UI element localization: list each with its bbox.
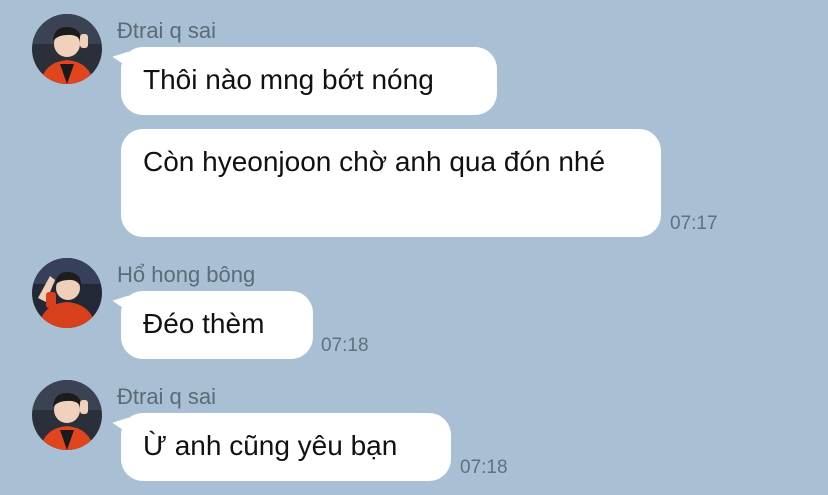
sender-name: Hổ hong bông	[117, 262, 256, 287]
message-bubble[interactable]: Đéo thèm	[121, 291, 313, 359]
sender-avatar[interactable]	[32, 380, 102, 450]
message-bubble[interactable]: Còn hyeonjoon chờ anh qua đón nhé	[121, 129, 661, 237]
message-timestamp: 07:17	[670, 213, 718, 234]
sender-avatar[interactable]	[32, 14, 102, 84]
sender-name: Đtrai q sai	[117, 18, 217, 43]
avatar-photo-icon	[32, 258, 102, 328]
message-text: Ừ anh cũng yêu bạn	[143, 430, 398, 461]
sender-name: Đtrai q sai	[117, 384, 217, 409]
message-timestamp: 07:18	[321, 335, 369, 356]
avatar-photo-icon	[32, 14, 102, 84]
message-timestamp: 07:18	[460, 457, 508, 478]
message-bubble[interactable]: Ừ anh cũng yêu bạn	[121, 413, 451, 481]
sender-avatar[interactable]	[32, 258, 102, 328]
message-text: Đéo thèm	[143, 308, 265, 339]
avatar-photo-icon	[32, 380, 102, 450]
message-bubble[interactable]: Thôi nào mng bớt nóng	[121, 47, 497, 115]
message-text: Còn hyeonjoon chờ anh qua đón nhé	[143, 146, 606, 177]
message-text: Thôi nào mng bớt nóng	[143, 64, 434, 95]
